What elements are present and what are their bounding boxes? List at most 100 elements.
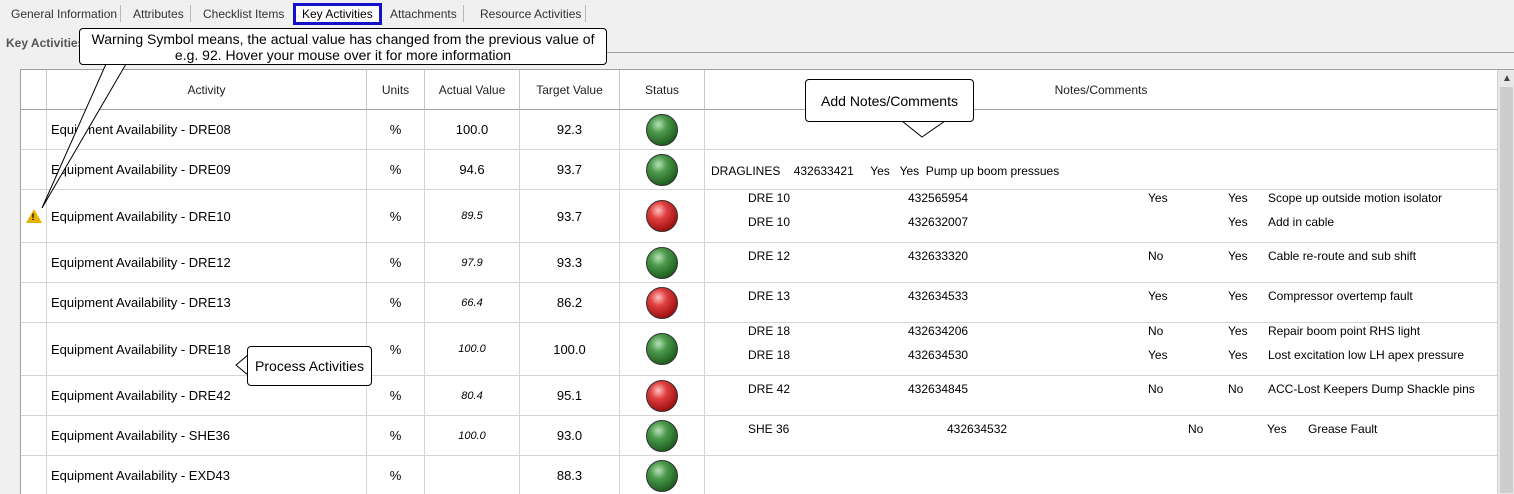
units-cell: %	[367, 456, 425, 494]
note-field: Yes	[1228, 249, 1248, 263]
note-text: DRAGLINES 432633421 Yes Yes Pump up boom…	[711, 164, 1060, 178]
note-field: 432633320	[908, 249, 969, 263]
tab-key-activities[interactable]: Key Activities	[293, 3, 382, 25]
status-cell	[620, 190, 705, 242]
tab-general-information[interactable]: General Information	[5, 3, 123, 25]
actual-value-cell[interactable]: 100.0	[425, 323, 520, 375]
header-activity[interactable]: Activity	[47, 70, 367, 110]
target-value-cell: 93.0	[520, 416, 620, 455]
table-row[interactable]: ! Equipment Availability - DRE10 % 89.5 …	[21, 190, 1497, 243]
note-field: DRE 10	[748, 191, 791, 205]
note-field: 432634530	[908, 348, 969, 362]
notes-cell[interactable]: DRE 18 432634206 No Yes Repair boom point RH…	[705, 323, 1497, 375]
tab-attributes[interactable]: Attributes	[127, 3, 190, 25]
header-indicator	[21, 70, 47, 110]
tab-resource-activities[interactable]: Resource Activities	[474, 3, 587, 25]
actual-value-cell[interactable]: 94.6	[425, 150, 520, 189]
note-field: DRE 13	[748, 289, 791, 303]
notes-cell[interactable]: DRE 42 432634845 No No ACC-Lost Keepers Dump…	[705, 376, 1497, 415]
units-cell: %	[367, 416, 425, 455]
note-field: Yes	[1148, 348, 1168, 362]
units-cell: %	[367, 283, 425, 322]
row-indicator	[21, 323, 47, 375]
actual-value-cell[interactable]: 97.9	[425, 243, 520, 282]
table-row[interactable]: Equipment Availability - DRE13 % 66.4 86…	[21, 283, 1497, 323]
note-field: Yes	[1148, 289, 1168, 303]
table-row[interactable]: Equipment Availability - DRE42 % 80.4 95…	[21, 376, 1497, 416]
activity-cell[interactable]: Equipment Availability - DRE10	[47, 190, 367, 242]
tab-attachments[interactable]: Attachments	[384, 3, 463, 25]
table-row[interactable]: Equipment Availability - DRE08 % 100.0 9…	[21, 110, 1497, 150]
note-field: 432632007	[908, 215, 969, 229]
vertical-scrollbar[interactable]: ▲	[1497, 70, 1514, 494]
actual-value-cell[interactable]: 89.5	[425, 190, 520, 242]
header-status[interactable]: Status	[620, 70, 705, 110]
activity-cell[interactable]: Equipment Availability - DRE12	[47, 243, 367, 282]
status-green-icon	[646, 113, 678, 146]
row-indicator	[21, 456, 47, 494]
units-cell: %	[367, 243, 425, 282]
actual-value-cell[interactable]	[425, 456, 520, 494]
note-field: 432634845	[908, 382, 969, 396]
status-cell	[620, 150, 705, 189]
note-field: No	[1148, 382, 1164, 396]
status-green-icon	[646, 153, 678, 186]
actual-value-cell[interactable]: 100.0	[425, 416, 520, 455]
note-field: DRE 18	[748, 348, 791, 362]
note-field: No	[1228, 382, 1244, 396]
notes-cell[interactable]: SHE 36 432634532 No Yes Grease Fault	[705, 416, 1497, 455]
actual-value-cell[interactable]: 80.4	[425, 376, 520, 415]
notes-cell[interactable]	[705, 456, 1497, 494]
tab-checklist-items[interactable]: Checklist Items	[197, 3, 290, 25]
activity-cell[interactable]: Equipment Availability - DRE13	[47, 283, 367, 322]
note-field: Repair boom point RHS light	[1268, 324, 1421, 338]
units-cell: %	[367, 150, 425, 189]
activity-cell[interactable]: Equipment Availability - DRE08	[47, 110, 367, 149]
note-field: Yes	[1148, 191, 1168, 205]
table-row[interactable]: Equipment Availability - SHE36 % 100.0 9…	[21, 416, 1497, 456]
tab-separator	[190, 5, 191, 22]
note-field: Yes	[1228, 215, 1248, 229]
note-field: SHE 36	[748, 422, 790, 436]
note-field: Yes	[1228, 191, 1248, 205]
status-green-icon	[646, 246, 678, 279]
units-cell: %	[367, 190, 425, 242]
note-field: DRE 10	[748, 215, 791, 229]
target-value-cell: 100.0	[520, 323, 620, 375]
header-units[interactable]: Units	[367, 70, 425, 110]
header-actual-value[interactable]: Actual Value	[425, 70, 520, 110]
callout-warning-symbol: Warning Symbol means, the actual value h…	[79, 28, 607, 65]
note-field: Lost excitation low LH apex pressure	[1268, 348, 1465, 362]
target-value-cell: 86.2	[520, 283, 620, 322]
table-row[interactable]: Equipment Availability - DRE09 % 94.6 93…	[21, 150, 1497, 190]
activity-cell[interactable]: Equipment Availability - DRE09	[47, 150, 367, 189]
scroll-up-arrow-icon[interactable]: ▲	[1498, 70, 1514, 86]
units-cell: %	[367, 110, 425, 149]
notes-cell[interactable]: DRE 12 432633320 No Yes Cable re-route and s…	[705, 243, 1497, 282]
notes-cell[interactable]: DRE 13 432634533 Yes Yes Compressor overtemp…	[705, 283, 1497, 322]
status-red-icon	[646, 200, 678, 232]
notes-cell[interactable]: DRAGLINES 432633421 Yes Yes Pump up boom…	[705, 150, 1497, 189]
activity-cell[interactable]: Equipment Availability - SHE36	[47, 416, 367, 455]
warning-icon[interactable]: !	[25, 209, 42, 223]
table-row[interactable]: Equipment Availability - EXD43 % 88.3	[21, 456, 1497, 494]
note-field: 432634206	[908, 324, 969, 338]
note-field: 432565954	[908, 191, 969, 205]
activity-cell[interactable]: Equipment Availability - EXD43	[47, 456, 367, 494]
row-indicator	[21, 283, 47, 322]
note-field: Add in cable	[1268, 215, 1335, 229]
table-row[interactable]: Equipment Availability - DRE18 % 100.0 1…	[21, 323, 1497, 376]
actual-value-cell[interactable]: 66.4	[425, 283, 520, 322]
callout-process-activities: Process Activities	[247, 346, 372, 386]
scroll-thumb[interactable]	[1500, 87, 1513, 493]
status-red-icon	[646, 379, 678, 412]
note-field: Yes	[1228, 348, 1248, 362]
row-indicator: !	[21, 190, 47, 242]
header-target-value[interactable]: Target Value	[520, 70, 620, 110]
status-cell	[620, 456, 705, 494]
table-row[interactable]: Equipment Availability - DRE12 % 97.9 93…	[21, 243, 1497, 283]
target-value-cell: 88.3	[520, 456, 620, 494]
status-green-icon	[646, 419, 678, 452]
notes-cell[interactable]: DRE 10 432565954 Yes Yes Scope up outside mo…	[705, 190, 1497, 242]
actual-value-cell[interactable]: 100.0	[425, 110, 520, 149]
